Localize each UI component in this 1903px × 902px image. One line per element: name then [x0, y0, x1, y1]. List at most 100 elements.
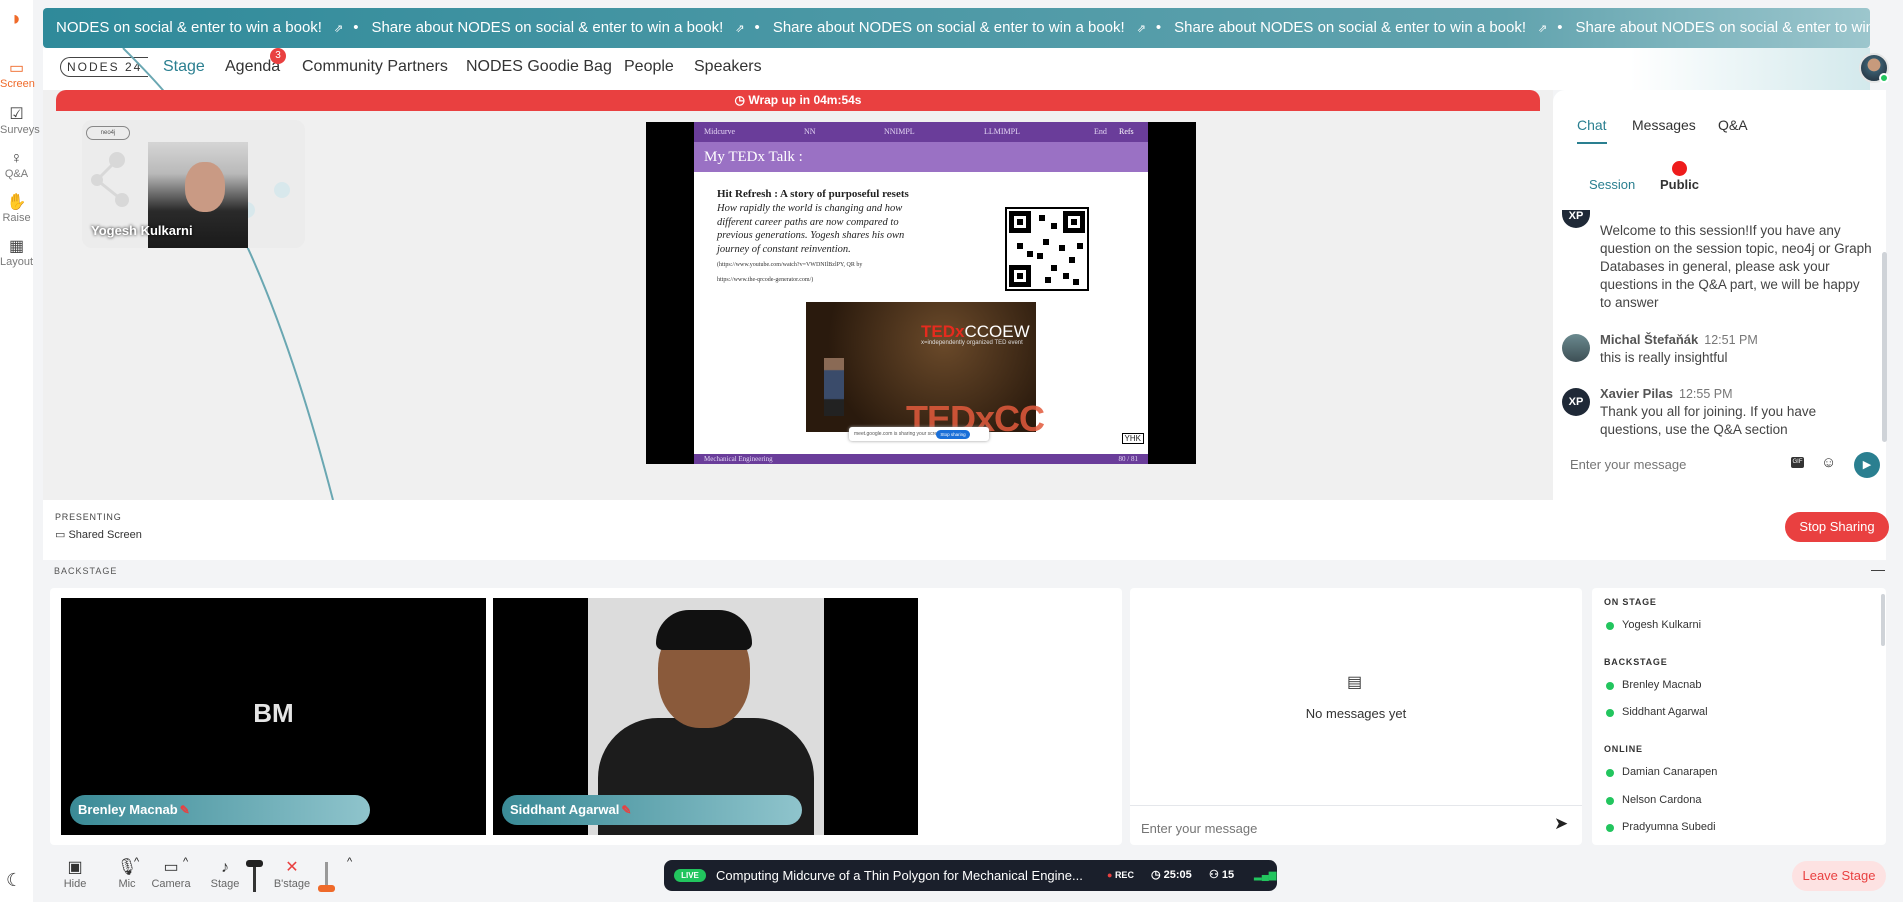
people-icon: ⚇: [1209, 869, 1222, 881]
ticker-item[interactable]: Share about NODES on social & enter to w…: [1161, 8, 1562, 48]
hide-button[interactable]: ▣ Hide: [61, 858, 89, 890]
presenting-bar: [43, 500, 1886, 560]
chat-message: XP Welcome to this session!If you have a…: [1562, 210, 1872, 338]
hide-icon: ▣: [67, 859, 83, 876]
external-link-icon: ⇗: [333, 23, 344, 35]
person-item[interactable]: Yogesh Kulkarni: [1605, 619, 1701, 631]
dark-mode-icon[interactable]: ☾: [6, 870, 22, 891]
screen-share-notice: meet.google.com is sharing your screen St…: [849, 427, 989, 441]
collapse-icon[interactable]: —: [1871, 561, 1885, 577]
signal-icon: ▂▄▆: [1254, 870, 1277, 881]
presenter-face: [185, 162, 225, 212]
mic-off-icon: ✎: [179, 803, 190, 817]
tab-messages[interactable]: Messages: [1632, 117, 1696, 133]
ticker-item[interactable]: Share about NODES on social & enter to w…: [1563, 8, 1870, 48]
participant-name: Brenley Macnab ✎: [70, 795, 370, 825]
rec-dot-icon: ●: [1107, 870, 1115, 880]
rail-surveys[interactable]: ☑ Surveys: [0, 106, 40, 136]
external-link-icon: ⇗: [735, 23, 745, 35]
left-rail: ◗ ▭ Screen ☑ Surveys ♀ Q&A ✋ Raise ▦ Layout ☾: [0, 0, 40, 902]
recording-indicator: ● REC: [1107, 870, 1134, 880]
person-item[interactable]: Pradyumna Subedi: [1606, 821, 1716, 833]
surveys-icon: ☑: [9, 106, 24, 123]
ticker-item[interactable]: Share about NODES on social & enter to w…: [358, 8, 759, 48]
nav-people[interactable]: People: [624, 58, 674, 76]
avatar: XP: [1562, 388, 1590, 416]
slider-handle[interactable]: [246, 860, 263, 867]
chevron-up-icon[interactable]: ^: [347, 856, 352, 868]
stage-decoration: [122, 48, 334, 500]
speaker-muted-icon: ✕: [285, 859, 299, 876]
tab-chat[interactable]: Chat: [1577, 117, 1607, 144]
person-item[interactable]: Brenley Macnab: [1606, 679, 1702, 691]
gif-icon[interactable]: GIF: [1791, 457, 1804, 468]
chevron-up-icon[interactable]: ^: [134, 856, 139, 868]
slide-link: https://www.the-qrcode-generator.com/): [717, 277, 814, 283]
nav-goodie-bag[interactable]: NODES Goodie Bag: [466, 58, 612, 76]
video-tile[interactable]: Siddhant Agarwal ✎: [493, 598, 918, 835]
send-button[interactable]: ▶: [1854, 452, 1880, 478]
hand-icon: ✋: [6, 194, 27, 211]
avatar: [1562, 334, 1590, 362]
tab-qa[interactable]: Q&A: [1718, 117, 1748, 133]
rail-raise[interactable]: ✋ Raise: [0, 194, 33, 224]
user-avatar[interactable]: [1859, 53, 1889, 83]
presenter-name: Yogesh Kulkarni: [91, 223, 193, 238]
ticker-item[interactable]: Share about NODES on social & enter to w…: [760, 8, 1161, 48]
no-messages-text: No messages yet: [1305, 706, 1407, 721]
external-link-icon: ⇗: [1136, 23, 1146, 35]
backstage-chat-input[interactable]: [1141, 818, 1521, 838]
neo4j-logo: neo4j: [86, 126, 130, 140]
leave-stage-button[interactable]: Leave Stage: [1792, 861, 1886, 891]
subtab-session[interactable]: Session: [1589, 177, 1635, 192]
rail-qa[interactable]: ♀ Q&A: [0, 150, 33, 180]
presenting-label: PRESENTING: [55, 512, 122, 522]
stop-sharing-button[interactable]: Stop Sharing: [1785, 512, 1889, 542]
emoji-icon[interactable]: ☺: [1821, 454, 1836, 471]
mic-off-icon: ✎: [621, 803, 632, 817]
backstage-audio-button[interactable]: ✕ B'stage: [272, 858, 312, 890]
chat-input[interactable]: [1570, 454, 1800, 474]
divider: [1130, 805, 1582, 806]
avatar: XP: [1562, 210, 1590, 228]
live-badge: LIVE: [674, 869, 706, 882]
header-decoration: [1630, 48, 1870, 90]
announcement-ticker: NODES on social & enter to win a book! ⇗ •…: [43, 8, 1870, 48]
presentation-slide: Midcurve NN NNIMPL LLMIMPL End Refs My T…: [694, 122, 1148, 464]
session-title: Computing Midcurve of a Thin Polygon for…: [716, 868, 1083, 883]
chevron-up-icon[interactable]: ^: [183, 856, 188, 868]
clock-icon: ◷: [1151, 869, 1164, 881]
slider-handle[interactable]: [318, 885, 335, 892]
send-icon[interactable]: ➤: [1554, 814, 1568, 834]
people-scrollbar[interactable]: [1881, 594, 1885, 646]
ticker-item[interactable]: NODES on social & enter to win a book! ⇗ •: [43, 8, 358, 48]
presenter-video-tile[interactable]: neo4j Yogesh Kulkarni: [82, 120, 305, 248]
slide-nav: Midcurve NN NNIMPL LLMIMPL End Refs: [694, 122, 1148, 142]
session-timer: ◷ 25:05: [1151, 869, 1192, 881]
rail-screen[interactable]: ▭ Screen: [0, 60, 35, 90]
video-tile[interactable]: BM Brenley Macnab ✎: [61, 598, 486, 835]
speaker-figure: [824, 358, 844, 416]
speaker-icon: ♪: [221, 859, 229, 876]
slide-footer: Mechanical Engineering 80 / 81: [694, 454, 1148, 464]
live-session-bar[interactable]: LIVE Computing Midcurve of a Thin Polygo…: [664, 860, 1277, 891]
slide-heading: Hit Refresh : A story of purposeful rese…: [717, 188, 909, 200]
slide-corner-mark: YHK: [1121, 433, 1144, 444]
notification-dot: [1672, 161, 1687, 176]
screen-icon: ▭: [8, 60, 25, 77]
stage-audio-button[interactable]: ♪ Stage: [209, 858, 241, 890]
shared-screen: Midcurve NN NNIMPL LLMIMPL End Refs My T…: [646, 122, 1196, 464]
subtab-public[interactable]: Public: [1660, 177, 1699, 192]
person-item[interactable]: Damian Canarapen: [1605, 766, 1717, 778]
slide-body: How rapidly the world is changing and ho…: [717, 203, 905, 255]
qr-code: [1005, 207, 1089, 291]
rail-layout[interactable]: ▦ Layout: [0, 238, 33, 268]
layout-icon: ▦: [8, 238, 25, 255]
person-item[interactable]: Siddhant Agarwal: [1606, 706, 1708, 718]
presenting-value: ▭ Shared Screen: [55, 529, 142, 541]
person-item[interactable]: Nelson Cardona: [1606, 794, 1702, 806]
chat-scrollbar[interactable]: [1882, 252, 1887, 442]
slide-link: (https://www.youtube.com/watch?v=VWDNIlB…: [717, 262, 863, 268]
nav-speakers[interactable]: Speakers: [694, 58, 762, 76]
participant-name: Siddhant Agarwal ✎: [502, 795, 802, 825]
